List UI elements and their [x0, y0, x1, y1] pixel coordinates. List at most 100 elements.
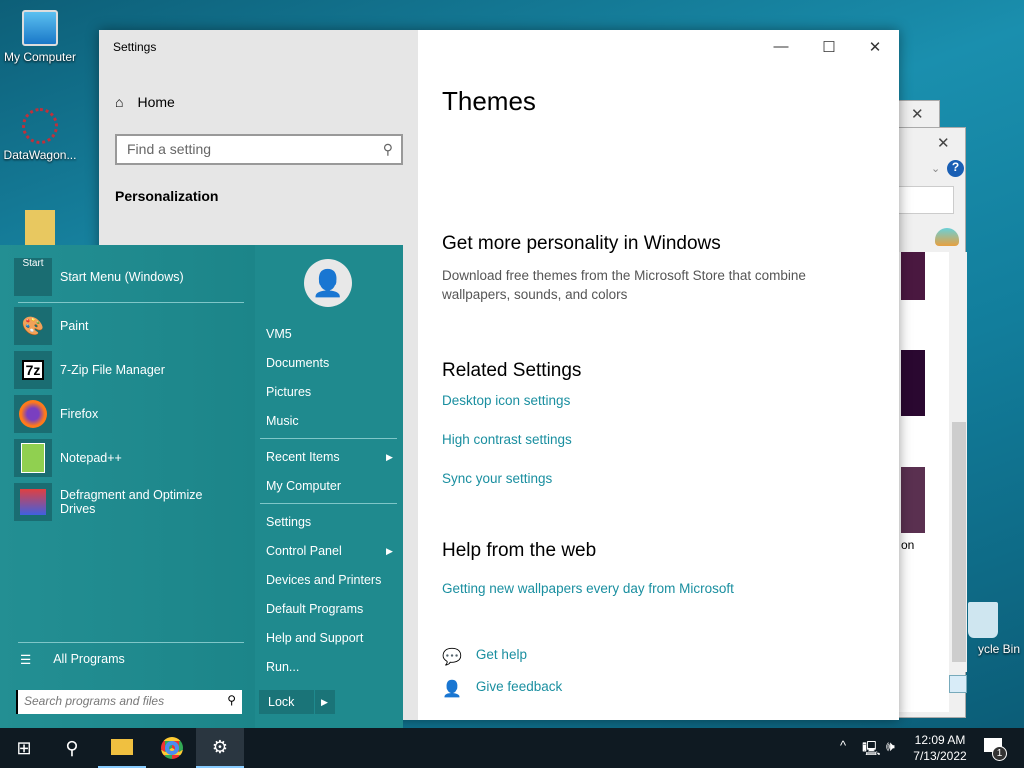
related-settings-heading: Related Settings	[442, 360, 582, 381]
start-menu-windows-item[interactable]: Start Start Menu (Windows)	[14, 258, 184, 296]
devices-printers-item[interactable]: Devices and Printers	[266, 573, 381, 587]
close-button[interactable]: ✕	[865, 38, 885, 56]
submenu-arrow-icon: ▶	[386, 546, 393, 556]
search-programs-input[interactable]: Search programs and files ⚲	[16, 690, 242, 714]
help-chat-icon: 💬	[442, 649, 462, 666]
search-placeholder: Search programs and files	[24, 694, 165, 708]
search-icon: ⚲	[382, 141, 393, 157]
recent-items-item[interactable]: Recent Items	[266, 450, 340, 464]
folder-icon	[111, 739, 133, 755]
volume-icon[interactable]: 🕪	[886, 738, 895, 755]
search-icon: ⚲	[65, 737, 79, 758]
divider	[18, 302, 244, 303]
all-programs-button[interactable]: ☰ All Programs	[20, 652, 125, 667]
app-label: Firefox	[60, 407, 99, 421]
app-label: Start Menu (Windows)	[60, 270, 184, 284]
paint-icon: 🎨	[14, 307, 52, 345]
default-programs-item[interactable]: Default Programs	[266, 602, 363, 616]
help-web-heading: Help from the web	[442, 540, 597, 561]
view-toggle-icon[interactable]	[949, 675, 967, 693]
help-support-item[interactable]: Help and Support	[266, 631, 363, 645]
give-feedback-link[interactable]: Give feedback	[476, 679, 562, 699]
thumbnail[interactable]	[901, 252, 925, 300]
desktop-icon-settings-link[interactable]: Desktop icon settings	[442, 393, 570, 408]
maximize-button[interactable]: ☐	[819, 38, 839, 56]
user-item[interactable]: VM5	[266, 327, 292, 341]
settings-item[interactable]: Settings	[266, 515, 311, 529]
close-icon[interactable]: ✕	[937, 134, 950, 152]
get-help-item[interactable]: 💬 Get help	[442, 647, 527, 667]
high-contrast-settings-link[interactable]: High contrast settings	[442, 432, 572, 447]
thumbnail[interactable]	[901, 350, 925, 416]
app-firefox[interactable]: Firefox	[14, 395, 98, 433]
start-button[interactable]: ⊞	[0, 728, 48, 768]
desktop-icon-label: ycle Bin	[977, 642, 1021, 656]
notification-badge: 1	[992, 746, 1007, 761]
user-icon: 👤	[311, 268, 345, 298]
sync-settings-link[interactable]: Sync your settings	[442, 471, 552, 486]
submenu-arrow-icon: ▶	[386, 452, 393, 462]
section-heading: Personalization	[115, 188, 219, 204]
file-explorer-button[interactable]	[98, 728, 146, 768]
desktop-icon-label: DataWagon...	[3, 148, 77, 162]
documents-item[interactable]: Documents	[266, 356, 329, 370]
taskbar: ⊞ ⚲ ⚙ ^ 🖳 🕪 12:09 AM 7/13/2022 1	[0, 728, 1024, 768]
search-icon: ⚲	[227, 693, 236, 707]
start-menu: Start Start Menu (Windows) 🎨 Paint 7z 7-Zip…	[0, 245, 403, 728]
start-menu-icon: Start	[14, 258, 52, 296]
app-paint[interactable]: 🎨 Paint	[14, 307, 89, 345]
run-item[interactable]: Run...	[266, 660, 299, 674]
firefox-icon	[14, 395, 52, 433]
scrollbar-thumb[interactable]	[952, 422, 966, 662]
desktop-icon-datawagon[interactable]: DataWagon...	[0, 108, 80, 162]
date: 7/13/2022	[913, 749, 967, 763]
7zip-icon: 7z	[14, 351, 52, 389]
divider	[260, 438, 397, 439]
personality-text: Download free themes from the Microsoft …	[442, 268, 806, 302]
find-setting-input[interactable]: Find a setting ⚲	[115, 134, 403, 165]
personality-heading: Get more personality in Windows	[442, 233, 721, 254]
all-programs-label: All Programs	[53, 652, 125, 666]
feedback-item[interactable]: 👤 Give feedback	[442, 679, 562, 699]
folder-icon	[25, 210, 55, 246]
pictures-item[interactable]: Pictures	[266, 385, 311, 399]
app-label: Notepad++	[60, 451, 122, 465]
divider	[18, 642, 244, 643]
shell-icon	[935, 228, 959, 246]
close-icon[interactable]: ✕	[911, 105, 924, 123]
clock[interactable]: 12:09 AM 7/13/2022	[910, 732, 970, 764]
network-icon[interactable]: 🖳	[862, 738, 881, 762]
minimize-button[interactable]: —	[771, 38, 791, 55]
home-icon: ⌂	[115, 94, 124, 110]
lock-button[interactable]: Lock	[259, 690, 314, 714]
search-button[interactable]: ⚲	[48, 728, 96, 768]
desktop-icon-label: My Computer	[3, 50, 77, 64]
home-nav-item[interactable]: ⌂ Home	[115, 94, 175, 110]
thumbnail[interactable]	[901, 467, 925, 533]
chevron-down-icon[interactable]: ⌄	[931, 162, 940, 175]
page-title: Themes	[442, 86, 536, 116]
wallpapers-link[interactable]: Getting new wallpapers every day from Mi…	[442, 581, 734, 596]
app-notepadpp[interactable]: Notepad++	[14, 439, 122, 477]
app-7zip[interactable]: 7z 7-Zip File Manager	[14, 351, 165, 389]
desktop-icon-folder[interactable]	[0, 210, 80, 250]
lock-options-button[interactable]: ▶	[315, 690, 335, 714]
show-hidden-icons-button[interactable]: ^	[840, 738, 846, 753]
get-help-link[interactable]: Get help	[476, 647, 527, 667]
app-label: 7-Zip File Manager	[60, 363, 165, 377]
recycle-bin-icon	[968, 602, 998, 638]
thumbnail-label: on	[901, 538, 915, 552]
computer-icon	[22, 10, 58, 46]
feedback-icon: 👤	[442, 681, 462, 698]
user-avatar[interactable]: 👤	[304, 259, 352, 307]
music-item[interactable]: Music	[266, 414, 299, 428]
control-panel-item[interactable]: Control Panel	[266, 544, 342, 558]
desktop-icon-my-computer[interactable]: My Computer	[0, 10, 80, 64]
my-computer-item[interactable]: My Computer	[266, 479, 341, 493]
app-defragment[interactable]: Defragment and Optimize Drives	[14, 483, 224, 521]
scrollbar[interactable]	[951, 252, 967, 672]
chrome-button[interactable]	[148, 728, 196, 768]
settings-taskbar-button[interactable]: ⚙	[196, 728, 244, 768]
help-icon[interactable]: ?	[947, 160, 964, 177]
notepadpp-icon	[14, 439, 52, 477]
